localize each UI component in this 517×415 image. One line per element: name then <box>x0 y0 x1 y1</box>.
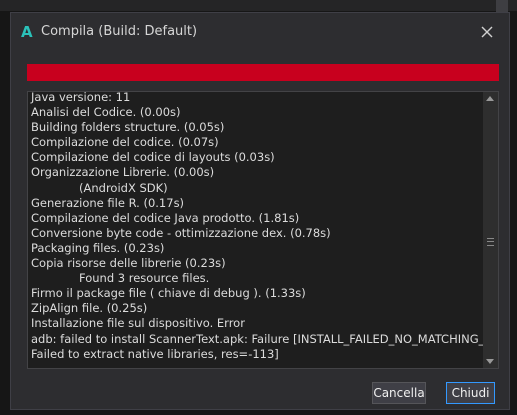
scrollbar-grip-icon[interactable] <box>487 238 494 246</box>
cancel-button[interactable]: Cancella <box>372 382 426 404</box>
log-scrollbar[interactable] <box>483 92 498 368</box>
log-line: ZipAlign file. (0.25s) <box>31 301 148 316</box>
log-line: Failed to extract native libraries, res=… <box>31 346 279 361</box>
log-line: Copia risorse delle librerie (0.23s) <box>31 256 226 271</box>
log-line: Java versione: 11 <box>31 91 131 104</box>
log-line: Analisi del Codice. (0.00s) <box>31 105 181 120</box>
log-line: Compilazione del codice. (0.07s) <box>31 135 219 150</box>
app-logo-icon: A <box>21 23 33 41</box>
dialog-titlebar[interactable]: A Compila (Build: Default) <box>11 13 509 51</box>
build-log[interactable]: Java versione: 11 Analisi del Codice. (0.… <box>27 91 499 369</box>
log-line: Compilazione del codice Java prodotto. (… <box>31 210 300 225</box>
log-line: Compilazione del codice di layouts (0.03… <box>31 150 275 165</box>
log-line: Generazione file R. (0.17s) <box>31 195 185 210</box>
log-line: Organizzazione Librerie. (0.00s) <box>31 165 215 180</box>
build-progress-bar <box>27 64 499 81</box>
log-line: Packaging files. (0.23s) <box>31 240 165 255</box>
log-line: Conversione byte code - ottimizzazione d… <box>31 225 331 240</box>
build-dialog: A Compila (Build: Default) Java versione… <box>10 12 510 410</box>
build-log-lines: Java versione: 11 Analisi del Codice. (0.… <box>31 91 499 362</box>
background-window <box>0 0 517 11</box>
scroll-down-icon[interactable] <box>486 359 494 364</box>
dialog-title: Compila (Build: Default) <box>41 24 198 39</box>
log-line: Found 3 resource files. <box>79 271 210 286</box>
close-icon[interactable] <box>477 22 497 42</box>
log-line: Building folders structure. (0.05s) <box>31 120 225 135</box>
log-line: (AndroidX SDK) <box>79 180 168 195</box>
log-line: Firmo il package file ( chiave di debug … <box>31 286 306 301</box>
close-button[interactable]: Chiudi <box>446 382 495 404</box>
log-line: Installazione file sul dispositivo. Erro… <box>31 316 245 331</box>
log-line: adb: failed to install ScannerText.apk: … <box>31 331 499 346</box>
scroll-up-icon[interactable] <box>486 96 494 101</box>
